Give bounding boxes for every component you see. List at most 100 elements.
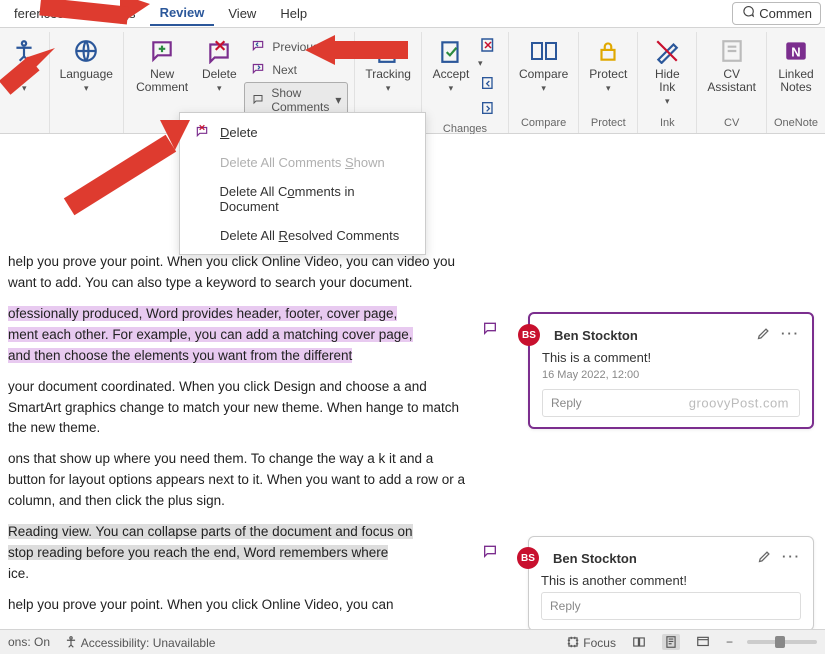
accept-icon xyxy=(436,36,466,66)
chevron-down-icon: ▾ xyxy=(541,83,546,94)
tab-view[interactable]: View xyxy=(218,2,266,25)
delete-dropdown-menu: Delete Delete All Comments Shown Delete … xyxy=(179,112,426,255)
reply-placeholder: Reply xyxy=(551,396,582,410)
new-comment-icon xyxy=(147,36,177,66)
doc-paragraph-highlighted-grey: Reading view. You can collapse parts of … xyxy=(8,522,472,585)
accessibility-check-icon xyxy=(9,36,39,66)
chevron-down-icon: ▾ xyxy=(606,83,611,94)
compare-icon xyxy=(529,36,559,66)
comment-anchor-icon[interactable] xyxy=(481,320,499,339)
watermark-text: groovyPost.com xyxy=(689,396,789,411)
chevron-down-icon: ▾ xyxy=(665,96,670,107)
comment-body: This is another comment! xyxy=(541,573,801,588)
chevron-down-icon: ▾ xyxy=(386,83,391,94)
previous-comment-button[interactable]: Previous xyxy=(244,36,325,57)
comment-timestamp: 16 May 2022, 12:00 xyxy=(542,369,800,381)
tab-strip: ferences Mailings Review View Help Comme… xyxy=(0,0,825,28)
tracking-button[interactable]: Tracking ▾ xyxy=(361,34,415,96)
accept-label: Accept xyxy=(433,68,470,81)
group-compare-label: Compare xyxy=(521,115,566,131)
previous-label: Previous xyxy=(272,40,319,54)
zoom-slider[interactable] xyxy=(747,640,817,644)
new-comment-label: New Comment xyxy=(134,68,190,94)
chevron-down-icon: ▾ xyxy=(217,83,222,94)
svg-text:N: N xyxy=(791,44,800,59)
doc-paragraph: help you prove your point. When you clic… xyxy=(8,595,472,616)
delete-menu-resolved[interactable]: Delete All Resolved Comments xyxy=(180,221,425,250)
group-cv-label: CV xyxy=(724,115,739,131)
accept-button[interactable]: Accept ▾ xyxy=(428,34,474,121)
comment-anchor-icon[interactable] xyxy=(481,543,499,562)
previous-change-button[interactable] xyxy=(478,75,498,94)
tracking-icon xyxy=(373,36,403,66)
comment-author: Ben Stockton xyxy=(553,551,749,566)
language-icon xyxy=(71,36,101,66)
protect-button[interactable]: Protect ▾ xyxy=(585,34,631,96)
chevron-down-icon: ▾ xyxy=(84,83,89,94)
delete-label: Delete xyxy=(202,68,237,81)
tab-mailings[interactable]: Mailings xyxy=(78,2,146,25)
comment-reply-input[interactable]: Reply xyxy=(541,592,801,620)
chevron-down-icon: ▾ xyxy=(22,83,27,94)
zoom-out-button[interactable]: − xyxy=(726,635,733,649)
web-layout-view-icon[interactable] xyxy=(694,634,712,650)
avatar: BS xyxy=(518,324,540,346)
linked-notes-button[interactable]: N Linked Notes xyxy=(773,34,819,96)
comment-card[interactable]: BS Ben Stockton ··· This is another comm… xyxy=(528,536,814,631)
group-ink-label: Ink xyxy=(660,115,675,131)
protect-icon xyxy=(593,36,623,66)
cv-assistant-label: CV Assistant xyxy=(707,68,756,94)
tab-help[interactable]: Help xyxy=(270,2,317,25)
comments-button-label: Commen xyxy=(759,6,812,21)
comments-button-top[interactable]: Commen xyxy=(732,2,821,25)
more-icon[interactable]: ··· xyxy=(781,326,800,344)
delete-comment-button[interactable]: Delete ▾ xyxy=(196,34,242,118)
doc-paragraph: ons that show up where you need them. To… xyxy=(8,449,472,512)
delete-menu-delete[interactable]: Delete xyxy=(180,117,425,148)
hide-ink-label: Hide Ink xyxy=(655,68,680,94)
next-change-button[interactable] xyxy=(478,100,498,119)
next-comment-button[interactable]: Next xyxy=(244,59,303,80)
new-comment-button[interactable]: New Comment xyxy=(130,34,194,118)
doc-paragraph: your document coordinated. When you clic… xyxy=(8,377,472,440)
hide-ink-button[interactable]: Hide Ink ▾ xyxy=(644,34,690,109)
more-icon[interactable]: ··· xyxy=(782,549,801,567)
delete-comment-icon xyxy=(204,36,234,66)
comment-icon xyxy=(741,5,755,22)
tab-review[interactable]: Review xyxy=(150,1,215,26)
onenote-icon: N xyxy=(781,36,811,66)
status-accessibility[interactable]: Accessibility: Unavailable xyxy=(64,635,215,650)
delete-menu-shown: Delete All Comments Shown xyxy=(180,148,425,177)
show-comments-icon xyxy=(251,93,265,108)
avatar: BS xyxy=(517,547,539,569)
doc-paragraph-highlighted: ofessionally produced, Word provides hea… xyxy=(8,304,472,367)
tracking-label: Tracking xyxy=(365,68,411,81)
group-onenote-label: OneNote xyxy=(774,115,818,131)
comment-reply-input[interactable]: Reply groovyPost.com xyxy=(542,389,800,417)
next-label: Next xyxy=(272,63,297,77)
comment-author: Ben Stockton xyxy=(554,328,748,343)
show-comments-label: Show Comments xyxy=(271,86,329,114)
hide-ink-icon xyxy=(652,36,682,66)
focus-mode-button[interactable]: Focus xyxy=(566,635,616,650)
read-mode-view-icon[interactable] xyxy=(630,634,648,650)
chevron-down-icon: ▾ xyxy=(335,93,341,107)
group-protect-label: Protect xyxy=(591,115,626,131)
print-layout-view-icon[interactable] xyxy=(662,634,680,650)
next-icon xyxy=(250,61,266,78)
accessibility-button[interactable]: ity ▾ xyxy=(1,34,47,96)
language-button[interactable]: Language ▾ xyxy=(56,34,117,96)
comment-body: This is a comment! xyxy=(542,350,800,365)
cv-icon xyxy=(717,36,747,66)
tab-references[interactable]: ferences xyxy=(4,2,74,25)
status-bar: ons: On Accessibility: Unavailable Focus… xyxy=(0,629,825,654)
compare-button[interactable]: Compare ▾ xyxy=(515,34,572,96)
edit-comment-icon[interactable] xyxy=(756,326,771,344)
previous-icon xyxy=(250,38,266,55)
delete-menu-in-doc[interactable]: Delete All Comments in Document xyxy=(180,177,425,221)
cv-assistant-button: CV Assistant xyxy=(703,34,760,96)
comment-card-active[interactable]: BS Ben Stockton ··· This is a comment! 1… xyxy=(528,312,814,429)
reject-button[interactable]: ▾ xyxy=(478,36,498,69)
chevron-down-icon: ▾ xyxy=(449,83,454,94)
edit-comment-icon[interactable] xyxy=(757,549,772,567)
